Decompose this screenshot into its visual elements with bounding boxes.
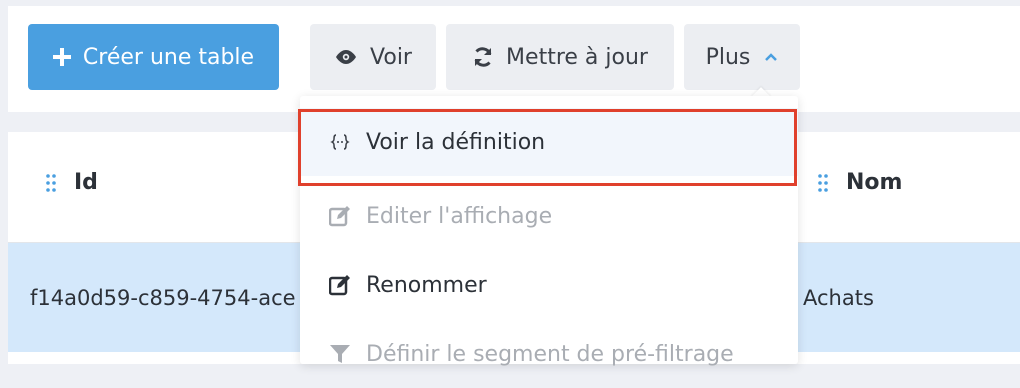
- refresh-icon: [472, 46, 494, 68]
- menu-item-view-definition[interactable]: Voir la définition: [300, 108, 798, 176]
- drag-handle-icon[interactable]: [818, 173, 828, 192]
- drag-handle-icon[interactable]: [46, 173, 56, 192]
- edit-icon: [328, 205, 352, 227]
- filter-icon: [328, 343, 352, 365]
- more-label: Plus: [705, 44, 751, 70]
- chevron-up-icon: [764, 52, 778, 62]
- column-header-nom[interactable]: Nom: [818, 170, 902, 195]
- update-button[interactable]: Mettre à jour: [446, 24, 674, 90]
- menu-item-rename[interactable]: Renommer: [300, 251, 798, 319]
- column-header-id[interactable]: Id: [46, 170, 98, 195]
- update-label: Mettre à jour: [506, 44, 648, 70]
- column-header-label: Id: [74, 170, 98, 195]
- edit-icon: [328, 274, 352, 296]
- menu-item-edit-display[interactable]: Editer l'affichage: [300, 182, 798, 250]
- column-header-label: Nom: [846, 170, 903, 195]
- menu-item-label: Editer l'affichage: [366, 203, 553, 229]
- eye-icon: [334, 48, 358, 66]
- view-label: Voir: [370, 44, 412, 70]
- menu-item-label: Voir la définition: [366, 129, 546, 155]
- menu-item-define-prefilter-segment[interactable]: Définir le segment de pré-filtrage: [300, 320, 798, 388]
- create-table-button[interactable]: Créer une table: [28, 24, 279, 90]
- create-table-label: Créer une table: [82, 44, 255, 70]
- cell-id: f14a0d59-c859-4754-ace: [30, 286, 296, 310]
- code-braces-icon: [328, 132, 352, 152]
- menu-item-label: Renommer: [366, 272, 487, 298]
- view-button[interactable]: Voir: [310, 24, 436, 90]
- plus-icon: [52, 48, 71, 66]
- cell-nom: Achats: [803, 286, 874, 310]
- more-dropdown-menu: Voir la définition Editer l'affichage Re…: [300, 96, 798, 367]
- menu-item-label: Définir le segment de pré-filtrage: [366, 341, 734, 367]
- more-button[interactable]: Plus: [684, 24, 800, 90]
